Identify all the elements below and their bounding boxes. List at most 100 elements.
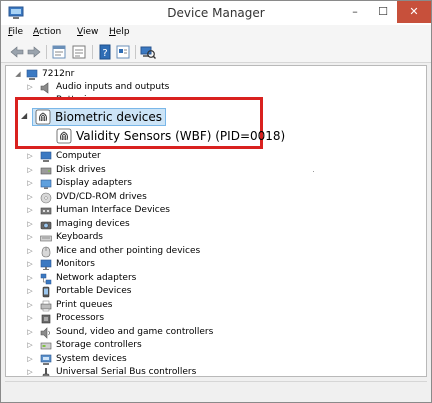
expand-arrow-icon[interactable]: ▷ [26, 204, 34, 217]
tree-root[interactable]: 7212nr [26, 68, 74, 81]
toolbar: ? [1, 41, 431, 63]
collapse-arrow-icon[interactable]: ◢ [14, 68, 22, 81]
tree-item-label: Human Interface Devices [56, 205, 170, 215]
expand-arrow-icon[interactable]: ▷ [26, 312, 34, 325]
tree-item-label: Disk drives [56, 165, 106, 175]
tree-item-label: Sound, video and game controllers [56, 327, 214, 337]
tree-item[interactable]: Network adapters [40, 272, 136, 285]
properties-icon[interactable] [51, 44, 67, 60]
tree-item[interactable]: Sound, video and game controllers [40, 326, 213, 339]
tree-item[interactable]: Computer [40, 150, 101, 163]
tree-item[interactable]: Print queues [40, 299, 112, 312]
device-category-icon [40, 192, 52, 203]
tree-item-biometric-devices[interactable]: Biometric devices [32, 108, 167, 126]
speaker-icon [40, 81, 49, 94]
minimize-button[interactable]: – [341, 1, 369, 23]
tree-item-label: Storage controllers [56, 340, 142, 350]
tree-item[interactable]: Display adapters [40, 177, 132, 190]
device-category-icon [40, 167, 52, 174]
expand-arrow-icon[interactable]: ▷ [26, 177, 34, 190]
expand-arrow-icon[interactable]: ▷ [26, 339, 34, 352]
expand-arrow-icon[interactable]: ▷ [26, 326, 34, 339]
maximize-button[interactable]: ☐ [369, 1, 397, 23]
tree-item[interactable]: Storage controllers [40, 339, 142, 352]
collapse-arrow-icon[interactable]: ◢ [21, 111, 27, 120]
tree-item-label: Monitors [56, 259, 95, 269]
menu-action[interactable]: Action [33, 27, 61, 37]
title-bar[interactable]: Device Manager – ☐ ✕ [1, 1, 431, 25]
device-category-icon [40, 179, 52, 189]
expand-arrow-icon[interactable]: ▷ [26, 272, 34, 285]
tree-item[interactable]: Monitors [40, 258, 95, 271]
tree-root-label: 7212nr [42, 69, 75, 79]
action-icon[interactable] [115, 44, 131, 60]
tree-item[interactable]: System devices [40, 353, 127, 366]
show-hidden-icon[interactable] [71, 44, 87, 60]
tree-item[interactable]: Portable Devices [40, 285, 131, 298]
tree-item[interactable]: Human Interface Devices [40, 204, 170, 217]
tree-item[interactable]: Disk drives [40, 164, 106, 177]
highlight-box: ◢ Biometric devices Validity Sensors (WB… [15, 97, 285, 149]
toolbar-separator [135, 45, 136, 59]
scan-hardware-icon[interactable] [140, 44, 156, 60]
expand-arrow-icon[interactable]: ▷ [26, 245, 34, 258]
expand-arrow-icon[interactable]: ▷ [26, 231, 34, 244]
tree-item[interactable]: Mice and other pointing devices [40, 245, 200, 258]
expand-arrow-icon[interactable]: ▷ [26, 218, 34, 231]
forward-icon[interactable] [26, 44, 42, 60]
tree-item-label: Universal Serial Bus controllers [56, 367, 197, 377]
toolbar-separator [46, 45, 47, 59]
tree-item-label: Imaging devices [56, 219, 130, 229]
expand-arrow-icon[interactable]: ▷ [26, 258, 34, 271]
device-category-icon [40, 326, 50, 339]
tree-item[interactable]: Imaging devices [40, 218, 130, 231]
tree-item-label: Network adapters [56, 273, 137, 283]
expand-arrow-icon[interactable]: ▷ [26, 353, 34, 366]
device-category-icon [40, 259, 52, 270]
tree-item[interactable]: Processors [40, 312, 104, 325]
close-button[interactable]: ✕ [397, 1, 431, 23]
device-category-icon [40, 342, 52, 349]
device-category-icon [40, 207, 52, 214]
tree-item[interactable]: Keyboards [40, 231, 103, 244]
tree-item[interactable]: Audio inputs and outputs [40, 81, 169, 94]
back-icon[interactable] [9, 44, 25, 60]
menu-bar: File Action View Help [1, 25, 431, 41]
tree-item-validity-sensors[interactable]: Validity Sensors (WBF) (PID=0018) [56, 128, 285, 144]
tree-item-label: Portable Devices [56, 286, 132, 296]
menu-help[interactable]: Help [109, 27, 130, 37]
menu-view[interactable]: View [77, 27, 98, 37]
stray-pixel [313, 171, 314, 172]
tree-item[interactable]: Universal Serial Bus controllers [40, 366, 197, 377]
expand-arrow-icon[interactable]: ▷ [26, 299, 34, 312]
device-category-icon [41, 314, 51, 323]
fingerprint-icon [35, 109, 51, 125]
help-icon[interactable]: ? [97, 44, 113, 60]
tree-item-label: Print queues [56, 300, 113, 310]
tree-item-label: Mice and other pointing devices [56, 246, 201, 256]
device-category-icon [42, 367, 50, 376]
status-bar [5, 381, 427, 399]
expand-arrow-icon[interactable]: ▷ [26, 150, 34, 163]
fingerprint-icon [56, 128, 72, 144]
tree-item[interactable]: DVD/CD-ROM drives [40, 191, 147, 204]
expand-arrow-icon[interactable]: ▷ [26, 81, 34, 94]
expand-arrow-icon[interactable]: ▷ [26, 164, 34, 177]
computer-icon [26, 69, 38, 80]
validity-sensors-label: Validity Sensors (WBF) (PID=0018) [76, 129, 286, 143]
expand-arrow-icon[interactable]: ▷ [26, 191, 34, 204]
menu-file[interactable]: File [8, 27, 23, 37]
toolbar-separator [92, 45, 93, 59]
device-category-icon [40, 235, 52, 241]
expand-arrow-icon[interactable]: ▷ [26, 285, 34, 298]
tree-item-label: Display adapters [56, 178, 132, 188]
device-category-icon [42, 286, 50, 297]
tree-item-label: DVD/CD-ROM drives [56, 192, 147, 202]
tree-item-label: Processors [56, 313, 105, 323]
device-category-icon [41, 246, 51, 257]
tree-item-label: Keyboards [56, 232, 103, 242]
device-category-icon [40, 221, 52, 229]
biometric-devices-label: Biometric devices [55, 110, 163, 124]
expand-arrow-icon[interactable]: ▷ [26, 366, 34, 376]
device-category-icon [40, 151, 52, 162]
